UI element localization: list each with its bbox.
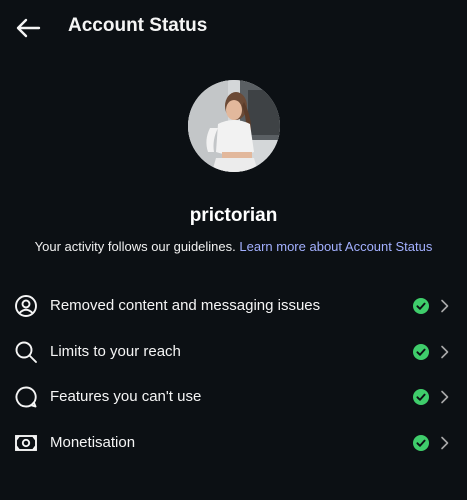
list-item-label: Removed content and messaging issues — [50, 297, 321, 314]
list-item-features[interactable]: Features you can't use — [0, 374, 467, 420]
back-button[interactable] — [12, 12, 44, 44]
magnifier-icon — [15, 341, 37, 363]
top-bar: Account Status — [0, 0, 467, 56]
arrow-left-icon — [16, 18, 41, 38]
banknote-icon — [15, 434, 37, 451]
list-item-limits-reach[interactable]: Limits to your reach — [0, 329, 467, 375]
chevron-right-icon — [441, 390, 449, 404]
chevron-right-icon — [441, 345, 449, 358]
status-summary: Your activity follows our guidelines. Le… — [0, 239, 467, 254]
username: prictorian — [189, 205, 278, 226]
list-item-label: Features you can't use — [50, 388, 202, 405]
avatar — [188, 80, 280, 172]
list-item-removed-content[interactable]: Removed content and messaging issues — [0, 283, 467, 329]
status-text: Your activity follows our guidelines. — [34, 239, 236, 254]
chevron-right-icon — [441, 436, 449, 449]
learn-more-link[interactable]: Learn more about Account Status — [239, 239, 432, 254]
speech-bubble-icon — [15, 386, 37, 408]
check-circle-icon — [413, 434, 429, 451]
page-title: Account Status — [68, 15, 208, 36]
check-circle-icon — [413, 298, 429, 314]
list-item-monetisation[interactable]: Monetisation — [0, 420, 467, 466]
list-item-label: Limits to your reach — [50, 342, 181, 360]
chevron-right-icon — [441, 299, 449, 313]
status-list: Removed content and messaging issues Lim… — [0, 283, 467, 465]
list-item-label: Monetisation — [50, 433, 136, 451]
person-circle-icon — [15, 295, 37, 317]
check-circle-icon — [413, 343, 429, 360]
check-circle-icon — [413, 389, 429, 405]
